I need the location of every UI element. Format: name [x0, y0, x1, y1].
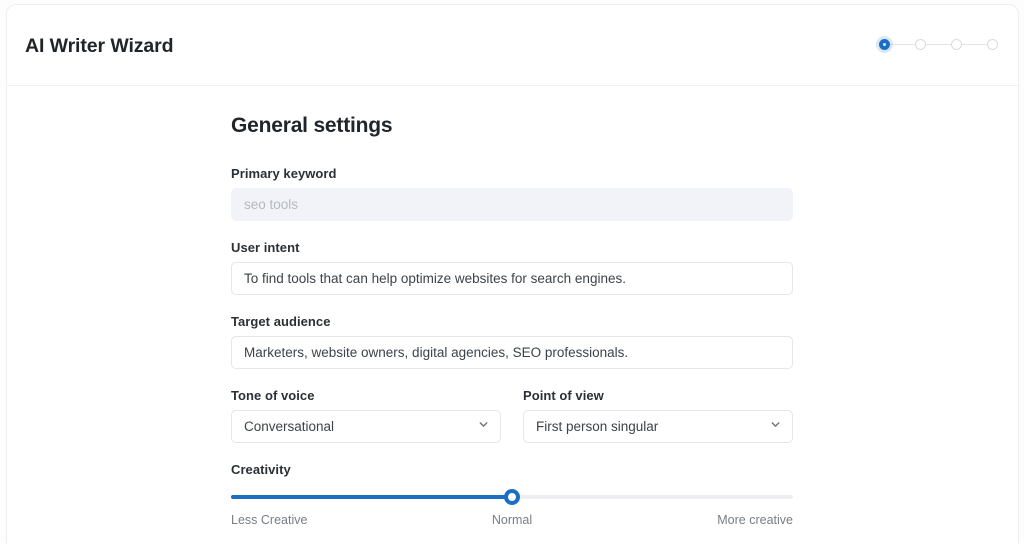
tone-of-voice-value: Conversational: [244, 419, 335, 434]
stepper-step-1[interactable]: [879, 39, 890, 50]
stepper-connector-1: [890, 43, 915, 46]
target-audience-label: Target audience: [231, 314, 331, 329]
creativity-mid-label: Normal: [491, 513, 533, 527]
tone-of-voice-select[interactable]: Conversational: [231, 410, 501, 443]
user-intent-input[interactable]: [231, 262, 793, 295]
app-card: AI Writer Wizard General settings Primar…: [6, 4, 1019, 544]
point-of-view-select-wrap: First person singular: [523, 410, 793, 443]
primary-keyword-label: Primary keyword: [231, 166, 337, 181]
section-title: General settings: [231, 114, 393, 137]
creativity-max-label: More creative: [717, 513, 793, 527]
user-intent-label: User intent: [231, 240, 300, 255]
stepper-step-2[interactable]: [915, 39, 926, 50]
page-shell: AI Writer Wizard General settings Primar…: [0, 0, 1024, 544]
stepper-step-3[interactable]: [951, 39, 962, 50]
field-creativity: Creativity Less Creative Normal More cre…: [231, 462, 793, 531]
stepper-connector-2: [926, 43, 951, 46]
creativity-slider-thumb[interactable]: [504, 489, 520, 505]
app-header: AI Writer Wizard: [7, 5, 1018, 86]
stepper-step-4[interactable]: [987, 39, 998, 50]
field-target-audience: Target audience: [231, 314, 793, 369]
field-tone-of-voice: Tone of voice Conversational: [231, 388, 501, 443]
target-audience-input[interactable]: [231, 336, 793, 369]
creativity-slider-legend: Less Creative Normal More creative: [231, 513, 793, 531]
tone-of-voice-select-wrap: Conversational: [231, 410, 501, 443]
primary-keyword-input[interactable]: [231, 188, 793, 221]
creativity-label: Creativity: [231, 462, 291, 477]
point-of-view-select[interactable]: First person singular: [523, 410, 793, 443]
page-title: AI Writer Wizard: [25, 35, 174, 57]
creativity-min-label: Less Creative: [231, 513, 308, 527]
field-user-intent: User intent: [231, 240, 793, 295]
settings-form: General settings Primary keyword User in…: [7, 86, 1018, 531]
field-primary-keyword: Primary keyword: [231, 166, 793, 221]
wizard-stepper: [879, 39, 998, 50]
point-of-view-value: First person singular: [536, 419, 659, 434]
creativity-slider[interactable]: [231, 488, 793, 506]
dropdown-row: Tone of voice Conversational Point of vi…: [231, 388, 793, 443]
creativity-slider-fill: [231, 495, 512, 499]
tone-of-voice-label: Tone of voice: [231, 388, 315, 403]
stepper-connector-3: [962, 43, 987, 46]
field-point-of-view: Point of view First person singular: [523, 388, 793, 443]
point-of-view-label: Point of view: [523, 388, 604, 403]
